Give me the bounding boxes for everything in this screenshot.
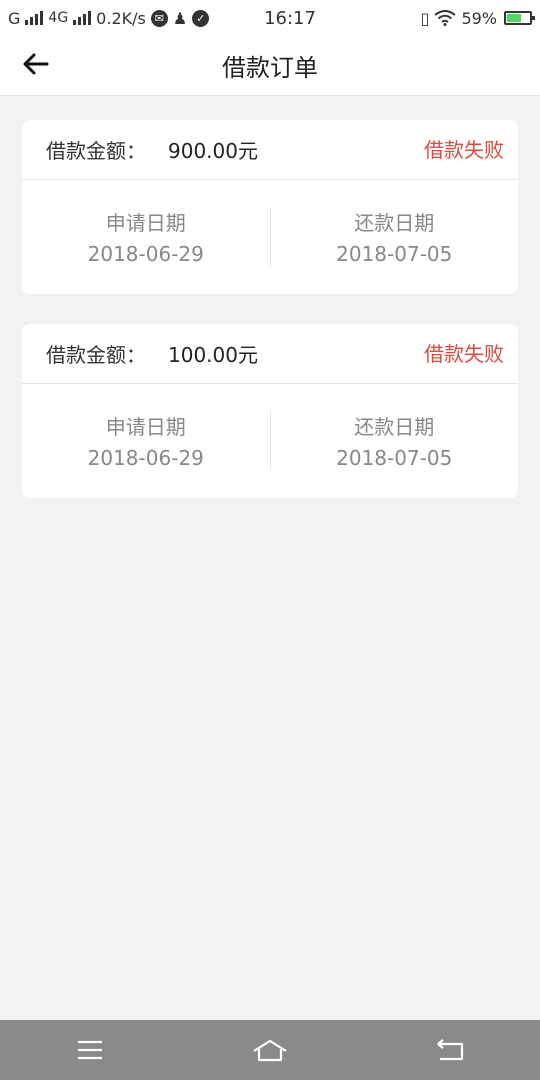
back-nav-button[interactable] (420, 1026, 480, 1074)
app-header: 借款订单 (0, 36, 540, 96)
home-icon (253, 1039, 287, 1062)
network-type: 4G (48, 10, 69, 26)
system-nav-bar (0, 1020, 540, 1080)
amount-label: 借款金额： (46, 343, 146, 367)
repay-date-value: 2018-07-05 (336, 446, 453, 470)
repay-date-label: 还款日期 (354, 415, 435, 439)
order-card[interactable]: 借款金额： 900.00元 借款失败 申请日期 2018-06-29 还款日期 … (22, 120, 518, 294)
carrier-label: G (8, 8, 21, 28)
apply-date-value: 2018-06-29 (87, 446, 204, 470)
home-button[interactable] (240, 1026, 300, 1074)
status-badge: 借款失败 (424, 138, 504, 162)
signal-icon-2 (73, 11, 92, 25)
battery-percent: 59% (461, 8, 497, 28)
arrow-left-icon (23, 53, 49, 75)
status-bar: G 4G 0.2K/s ✉ ♟ ✓ 16:17 ▯ 59% (0, 0, 540, 36)
order-card-header: 借款金额： 900.00元 借款失败 (22, 120, 518, 180)
status-badge: 借款失败 (424, 342, 504, 366)
apply-date-column: 申请日期 2018-06-29 (22, 411, 270, 470)
order-card-header: 借款金额： 100.00元 借款失败 (22, 324, 518, 384)
repay-date-value: 2018-07-05 (336, 242, 453, 266)
amount-value: 100.00元 (168, 343, 258, 367)
wechat-icon: ✉ (150, 9, 168, 27)
amount-value: 900.00元 (168, 139, 258, 163)
amount-label: 借款金额： (46, 139, 146, 163)
apply-date-label: 申请日期 (105, 211, 186, 235)
network-speed: 0.2K/s (96, 8, 146, 28)
battery-icon (504, 11, 535, 25)
repay-date-label: 还款日期 (354, 211, 435, 235)
apply-date-column: 申请日期 2018-06-29 (22, 207, 270, 266)
menu-button[interactable] (60, 1026, 120, 1074)
signal-icon (25, 11, 44, 25)
order-card-dates: 申请日期 2018-06-29 还款日期 2018-07-05 (22, 180, 518, 293)
order-list: 借款金额： 900.00元 借款失败 申请日期 2018-06-29 还款日期 … (22, 120, 518, 528)
vibrate-icon: ▯ (420, 8, 430, 28)
menu-icon (78, 1040, 102, 1060)
page-title: 借款订单 (222, 54, 318, 82)
back-icon (437, 1039, 464, 1061)
back-button[interactable] (18, 46, 54, 82)
qq-icon: ♟ (172, 8, 188, 28)
repay-date-column: 还款日期 2018-07-05 (269, 411, 519, 470)
repay-date-column: 还款日期 2018-07-05 (269, 207, 519, 266)
apply-date-label: 申请日期 (105, 415, 186, 439)
wifi-icon (434, 10, 457, 26)
check-icon: ✓ (192, 9, 210, 27)
order-card-dates: 申请日期 2018-06-29 还款日期 2018-07-05 (22, 384, 518, 497)
order-card[interactable]: 借款金额： 100.00元 借款失败 申请日期 2018-06-29 还款日期 … (22, 324, 518, 498)
apply-date-value: 2018-06-29 (87, 242, 204, 266)
